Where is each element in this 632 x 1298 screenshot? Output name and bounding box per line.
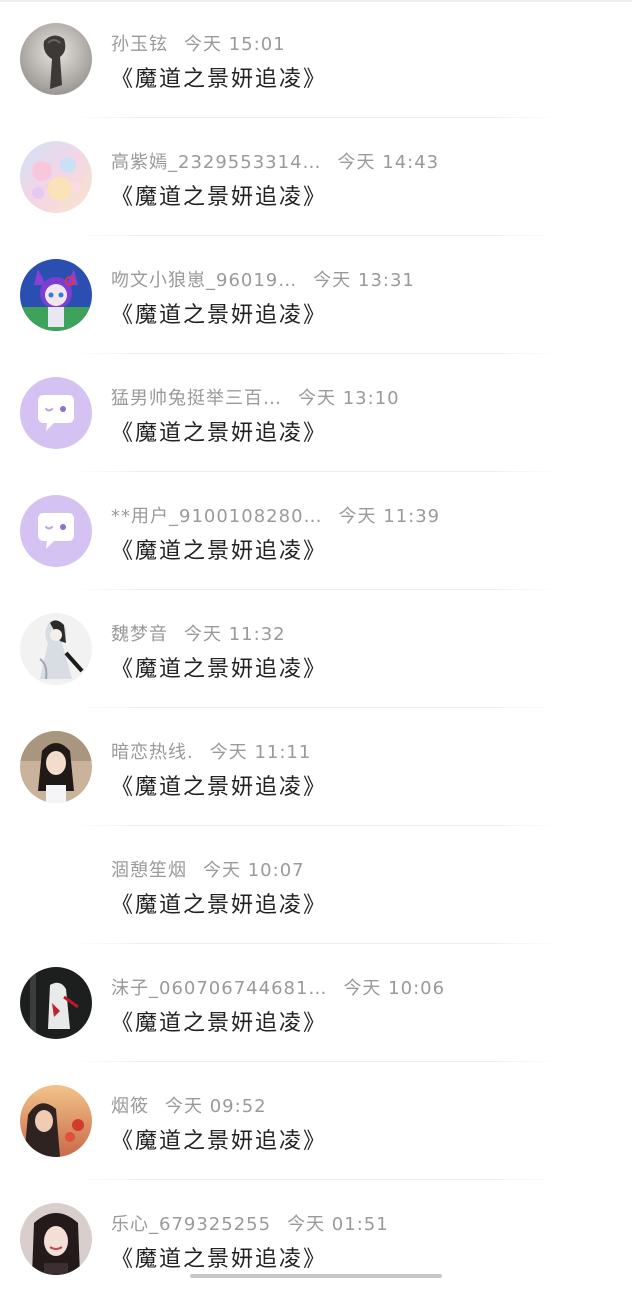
message-meta: 暗恋热线. 今天 11:11 [111,738,311,764]
timestamp: 今天 10:07 [203,860,305,881]
message-meta: 魏梦音 今天 11:32 [111,620,286,646]
sender-name: 乐心_679325255 [111,1214,272,1235]
dark-illustration-icon [20,967,92,1039]
avatar[interactable] [20,1085,92,1157]
girl-selfie-icon [20,1203,92,1275]
message-preview: 《魔道之景妍追凌》 [111,67,328,92]
message-meta: 烟筱 今天 09:52 [111,1092,267,1118]
home-indicator[interactable] [190,1274,442,1278]
sender-name: 猛男帅兔挺举三百… [111,388,282,409]
message-item[interactable]: 吻文小狼崽_96019… 今天 13:31 《魔道之景妍追凌》 [0,236,632,354]
sender-name: 魏梦音 [111,624,168,645]
avatar[interactable] [20,23,92,95]
timestamp: 今天 11:32 [184,624,286,645]
message-meta: 沫子_060706744681… 今天 10:06 [111,974,445,1000]
timestamp: 今天 10:06 [343,978,446,999]
timestamp: 今天 14:43 [337,152,440,173]
message-meta: 吻文小狼崽_96019… 今天 13:31 [111,266,415,292]
message-item[interactable]: 暗恋热线. 今天 11:11 《魔道之景妍追凌》 [0,708,632,826]
sender-name: 沫子_060706744681… [111,978,328,999]
message-preview: 《魔道之景妍追凌》 [111,657,328,682]
message-item[interactable]: **用户_9100108280… 今天 11:39 《魔道之景妍追凌》 [0,472,632,590]
sender-name: 暗恋热线. [111,742,194,763]
avatar[interactable] [20,495,92,567]
timestamp: 今天 09:52 [165,1096,267,1117]
pastel-illustration-icon [20,141,92,213]
message-meta: 乐心_679325255 今天 01:51 [111,1210,389,1236]
avatar[interactable] [20,141,92,213]
avatar[interactable] [20,1203,92,1275]
sender-name: 高紫嫣_2329553314… [111,152,322,173]
sunset-portrait-icon [20,1085,92,1157]
anime-catgirl-icon [20,259,92,331]
timestamp: 今天 01:51 [287,1214,389,1235]
sender-name: 孙玉铉 [111,34,168,55]
message-preview: 《魔道之景妍追凌》 [111,1247,328,1272]
message-item[interactable]: 魏梦音 今天 11:32 《魔道之景妍追凌》 [0,590,632,708]
default-chat-bubble-icon [20,495,92,567]
message-item[interactable]: 涸憩笙烟 今天 10:07 《魔道之景妍追凌》 [0,826,632,944]
message-preview: 《魔道之景妍追凌》 [111,303,328,328]
message-item[interactable]: 烟筱 今天 09:52 《魔道之景妍追凌》 [0,1062,632,1180]
message-item[interactable]: 孙玉铉 今天 15:01 《魔道之景妍追凌》 [0,0,632,118]
avatar[interactable] [20,259,92,331]
message-list[interactable]: 孙玉铉 今天 15:01 《魔道之景妍追凌》 高紫嫣_2329553314… 今天 … [0,0,632,1298]
message-item[interactable]: 高紫嫣_2329553314… 今天 14:43 《魔道之景妍追凌》 [0,118,632,236]
sender-name: 吻文小狼崽_96019… [111,270,298,291]
avatar[interactable] [20,967,92,1039]
message-item[interactable]: 沫子_060706744681… 今天 10:06 《魔道之景妍追凌》 [0,944,632,1062]
timestamp: 今天 13:31 [313,270,415,291]
message-preview: 《魔道之景妍追凌》 [111,893,328,918]
girl-portrait-icon [20,731,92,803]
sender-name: 涸憩笙烟 [111,860,187,881]
message-meta: 涸憩笙烟 今天 10:07 [111,856,305,882]
message-item[interactable]: 乐心_679325255 今天 01:51 《魔道之景妍追凌》 [0,1180,632,1298]
avatar[interactable] [20,613,92,685]
avatar[interactable] [20,377,92,449]
avatar[interactable] [20,731,92,803]
timestamp: 今天 15:01 [184,34,286,55]
avatar[interactable] [20,849,92,921]
message-preview: 《魔道之景妍追凌》 [111,539,328,564]
message-preview: 《魔道之景妍追凌》 [111,775,328,800]
ink-drawing-icon [20,613,92,685]
message-meta: 高紫嫣_2329553314… 今天 14:43 [111,148,439,174]
message-preview: 《魔道之景妍追凌》 [111,1129,328,1154]
timestamp: 今天 11:11 [209,742,312,763]
message-meta: 孙玉铉 今天 15:01 [111,30,286,56]
sender-name: **用户_9100108280… [111,506,323,527]
timestamp: 今天 11:39 [338,506,441,527]
message-meta: **用户_9100108280… 今天 11:39 [111,502,440,528]
statue-photo-icon [20,23,92,95]
timestamp: 今天 13:10 [298,388,400,409]
default-chat-bubble-icon [20,377,92,449]
message-preview: 《魔道之景妍追凌》 [111,1011,328,1036]
message-item[interactable]: 猛男帅兔挺举三百… 今天 13:10 《魔道之景妍追凌》 [0,354,632,472]
message-preview: 《魔道之景妍追凌》 [111,421,328,446]
sender-name: 烟筱 [111,1096,149,1117]
message-preview: 《魔道之景妍追凌》 [111,185,328,210]
message-meta: 猛男帅兔挺举三百… 今天 13:10 [111,384,400,410]
